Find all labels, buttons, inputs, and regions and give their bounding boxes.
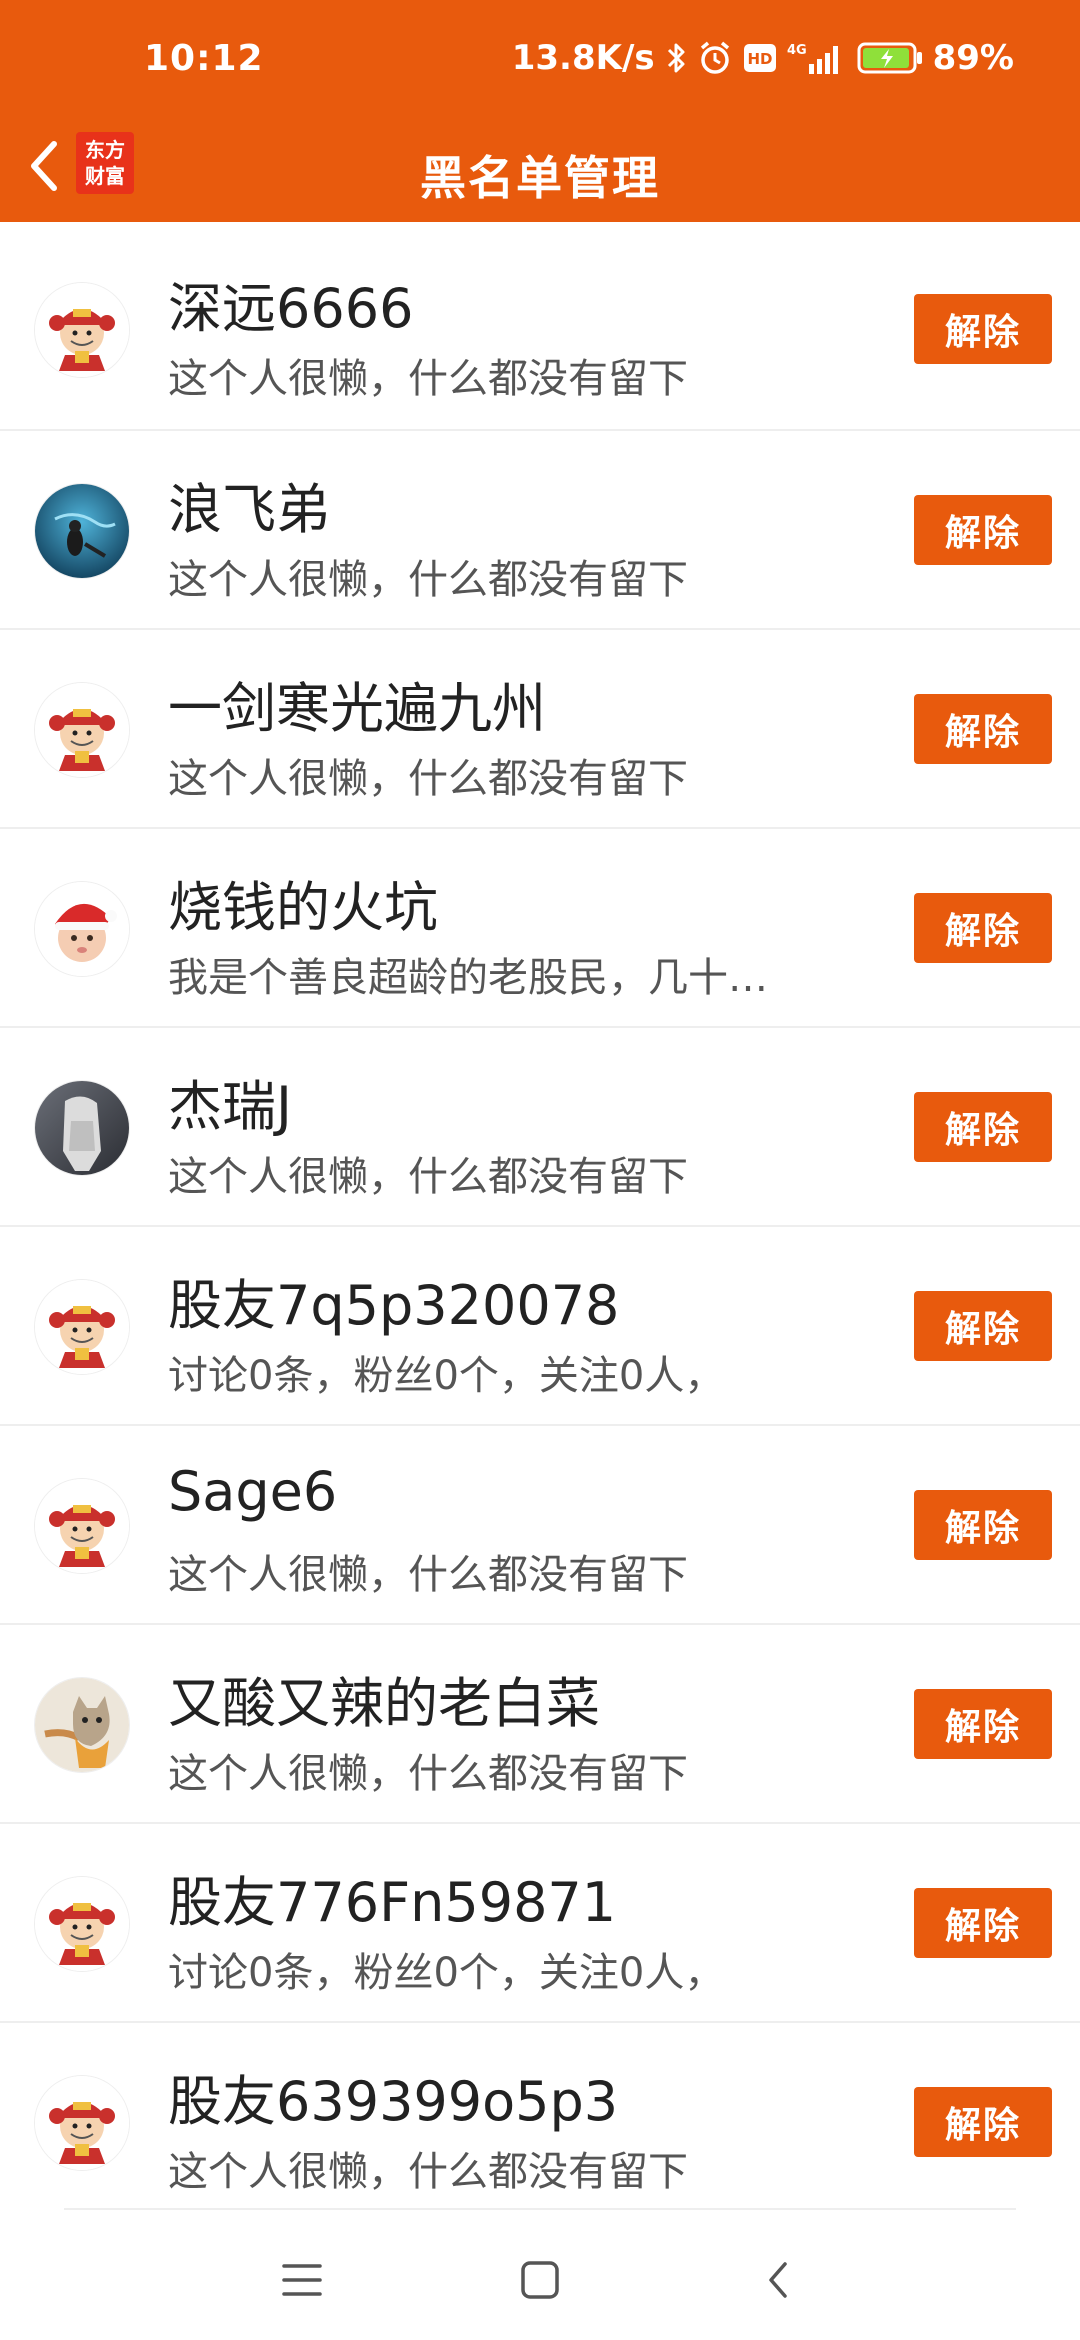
svg-text:HD: HD xyxy=(747,50,772,68)
home-button[interactable] xyxy=(510,2250,570,2310)
battery-percent: 89% xyxy=(932,38,1014,78)
system-nav-bar xyxy=(0,2210,1080,2340)
blacklist-row: 浪飞弟 这个人很懒，什么都没有留下 解除 xyxy=(0,429,1080,628)
back-triangle-icon xyxy=(769,2262,787,2298)
user-description: 这个人很懒，什么都没有留下 xyxy=(168,557,688,603)
bluetooth-icon xyxy=(665,41,687,75)
caishen-avatar[interactable] xyxy=(34,2075,130,2171)
unblock-button[interactable]: 解除 xyxy=(914,694,1052,764)
unblock-button[interactable]: 解除 xyxy=(914,893,1052,963)
status-icons: 13.8K/s HD 4G 89% xyxy=(512,38,1014,78)
user-name: 浪飞弟 xyxy=(168,478,330,541)
user-description: 这个人很懒，什么都没有留下 xyxy=(168,1751,688,1797)
alarm-icon xyxy=(697,40,733,76)
unblock-button[interactable]: 解除 xyxy=(914,294,1052,364)
blacklist-list: 深远6666 这个人很懒，什么都没有留下 解除 浪飞弟 这个人很懒，什么都没有留… xyxy=(0,222,1080,2220)
page-title: 黑名单管理 xyxy=(420,151,660,205)
user-description: 这个人很懒，什么都没有留下 xyxy=(168,1154,688,1200)
caishen-avatar[interactable] xyxy=(34,1478,130,1574)
user-description: 这个人很懒，什么都没有留下 xyxy=(168,756,688,802)
unblock-button[interactable]: 解除 xyxy=(914,1490,1052,1560)
figure-avatar[interactable] xyxy=(34,1080,130,1176)
menu-icon xyxy=(282,2264,322,2296)
blacklist-row: 深远6666 这个人很懒，什么都没有留下 解除 xyxy=(0,230,1080,429)
unblock-button[interactable]: 解除 xyxy=(914,495,1052,565)
cat-avatar[interactable] xyxy=(34,1677,130,1773)
caishen-avatar[interactable] xyxy=(34,1876,130,1972)
caishen-avatar[interactable] xyxy=(34,282,130,378)
user-name: 深远6666 xyxy=(168,277,414,340)
user-description: 这个人很懒，什么都没有留下 xyxy=(168,2149,688,2195)
user-name: 股友639399o5p3 xyxy=(168,2070,619,2133)
blacklist-row: 股友776Fn59871 讨论0条，粉丝0个，关注0人， 解除 xyxy=(0,1822,1080,2021)
unblock-button[interactable]: 解除 xyxy=(914,1689,1052,1759)
blacklist-row: 股友7q5p320078 讨论0条，粉丝0个，关注0人， 解除 xyxy=(0,1225,1080,1424)
home-square-icon xyxy=(521,2261,559,2299)
status-time: 10:12 xyxy=(144,38,264,79)
caishen-avatar[interactable] xyxy=(34,682,130,778)
user-name: 又酸又辣的老白菜 xyxy=(168,1672,600,1735)
unblock-button[interactable]: 解除 xyxy=(914,1291,1052,1361)
user-description: 这个人很懒，什么都没有留下 xyxy=(168,356,688,402)
blacklist-row: 又酸又辣的老白菜 这个人很懒，什么都没有留下 解除 xyxy=(0,1623,1080,1822)
unblock-button[interactable]: 解除 xyxy=(914,2087,1052,2157)
svg-text:4G: 4G xyxy=(787,43,807,58)
user-name: 烧钱的火坑 xyxy=(168,876,438,939)
blacklist-row: 烧钱的火坑 我是个善良超龄的老股民，几十… 解除 xyxy=(0,827,1080,1026)
caishen-avatar[interactable] xyxy=(34,1279,130,1375)
nav-bar: 东方 财富 黑名单管理 xyxy=(0,120,1080,222)
user-description: 讨论0条，粉丝0个，关注0人， xyxy=(168,1950,725,1996)
blacklist-row: 杰瑞J 这个人很懒，什么都没有留下 解除 xyxy=(0,1026,1080,1225)
app-header: 10:12 13.8K/s HD 4G 89% 东方 财富 黑名单管理 xyxy=(0,0,1080,222)
system-back-button[interactable] xyxy=(748,2250,808,2310)
user-name: 股友7q5p320078 xyxy=(168,1274,620,1337)
menu-button[interactable] xyxy=(272,2250,332,2310)
net-speed: 13.8K/s xyxy=(511,38,655,78)
hd-icon: HD xyxy=(743,43,777,73)
battery-icon xyxy=(857,41,923,75)
user-description: 我是个善良超龄的老股民，几十… xyxy=(168,955,768,1001)
user-name: 杰瑞J xyxy=(168,1075,292,1138)
santa-baby-avatar[interactable] xyxy=(34,881,130,977)
user-description: 讨论0条，粉丝0个，关注0人， xyxy=(168,1353,725,1399)
user-name: 股友776Fn59871 xyxy=(168,1871,617,1934)
user-name: 一剑寒光遍九州 xyxy=(168,677,546,740)
user-description: 这个人很懒，什么都没有留下 xyxy=(168,1552,688,1598)
unblock-button[interactable]: 解除 xyxy=(914,1888,1052,1958)
blacklist-row: 一剑寒光遍九州 这个人很懒，什么都没有留下 解除 xyxy=(0,628,1080,827)
unblock-button[interactable]: 解除 xyxy=(914,1092,1052,1162)
blacklist-row: 股友639399o5p3 这个人很懒，什么都没有留下 解除 xyxy=(0,2021,1080,2220)
signal-icon: 4G xyxy=(787,40,847,76)
diver-avatar[interactable] xyxy=(34,483,130,579)
blacklist-row: Sage6 这个人很懒，什么都没有留下 解除 xyxy=(0,1424,1080,1623)
status-bar: 10:12 13.8K/s HD 4G 89% xyxy=(0,0,1080,120)
user-name: Sage6 xyxy=(168,1460,338,1523)
